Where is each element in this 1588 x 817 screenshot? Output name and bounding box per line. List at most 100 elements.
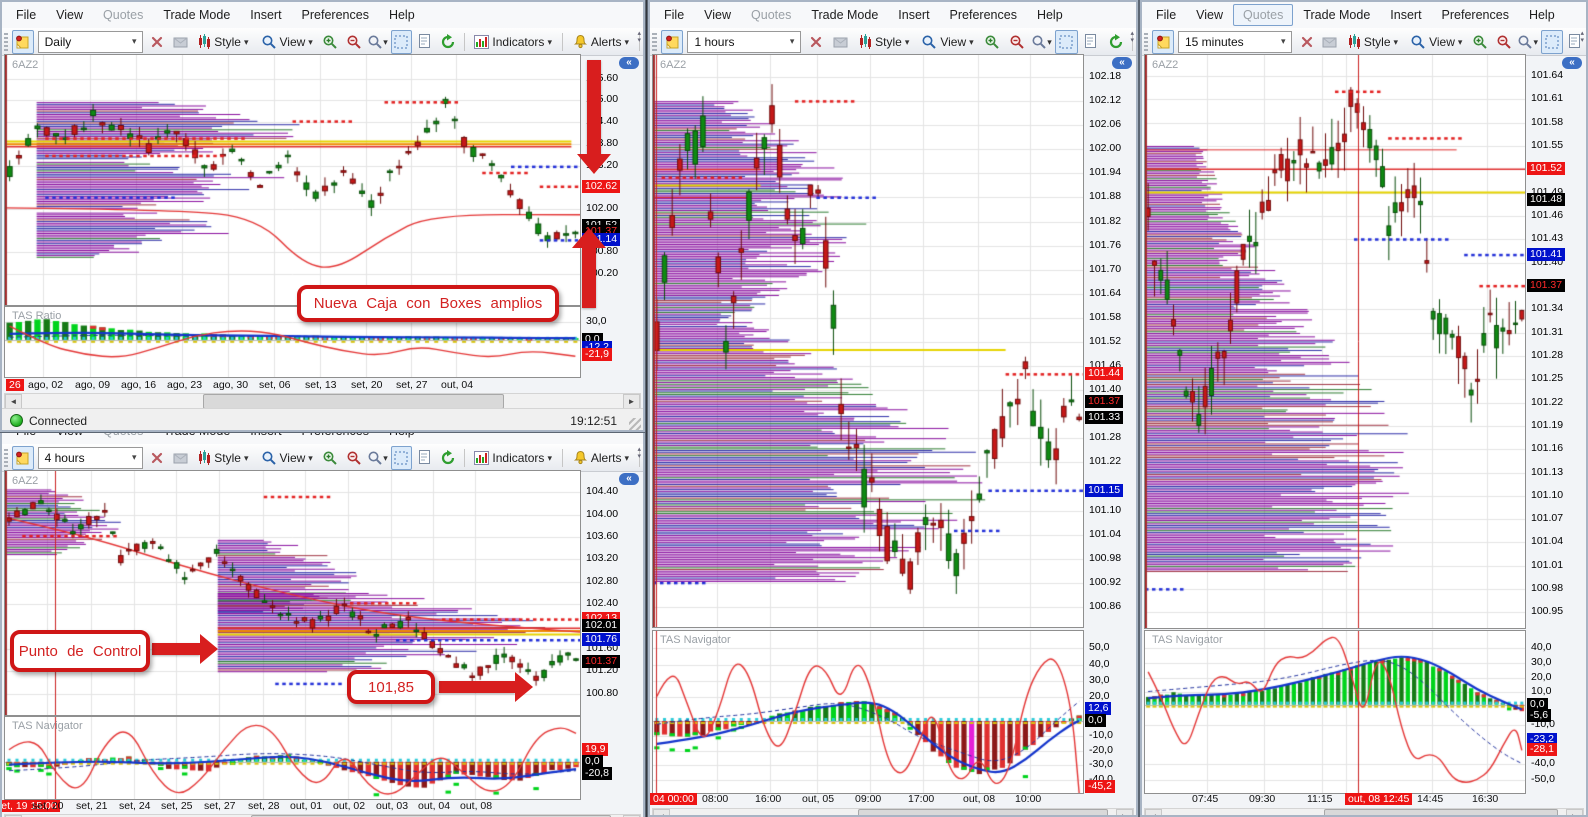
style-dropdown[interactable]: Style ▾	[193, 30, 253, 54]
toolbar-overflow-button[interactable]: ▴ ▾	[1130, 30, 1134, 44]
zoom-dropdown-button[interactable]: ▾	[366, 30, 389, 54]
close-chart-button[interactable]	[805, 30, 828, 54]
chevron-down-icon[interactable]: ▾	[127, 452, 142, 463]
pin-note-button[interactable]	[12, 29, 34, 54]
menu-item-file[interactable]: File	[654, 4, 694, 26]
menu-item-insert[interactable]: Insert	[1380, 4, 1431, 26]
period-combobox[interactable]: 15 minutes ▾	[1177, 30, 1292, 53]
selection-tool-button[interactable]	[390, 29, 413, 54]
menu-item-preferences[interactable]: Preferences	[940, 4, 1027, 26]
selection-tool-button[interactable]	[1540, 29, 1563, 54]
menu-item-trade-mode[interactable]: Trade Mode	[153, 4, 240, 26]
close-chart-button[interactable]	[147, 446, 168, 470]
horizontal-scrollbar[interactable]: ◄►	[652, 808, 1134, 815]
alerts-dropdown[interactable]: Alerts ▾	[568, 30, 634, 54]
refresh-button[interactable]	[437, 30, 458, 54]
document-button[interactable]	[414, 446, 435, 470]
scroll-left-button[interactable]: ◄	[653, 809, 670, 815]
zoom-dropdown-button[interactable]: ▾	[366, 446, 389, 470]
indicator-canvas[interactable]	[652, 630, 1084, 794]
toolbar-grip[interactable]	[4, 448, 9, 467]
send-button[interactable]	[170, 30, 191, 54]
selection-tool-button[interactable]	[1054, 29, 1078, 54]
scroll-thumb[interactable]	[858, 809, 1108, 815]
zoom-in-button[interactable]	[320, 30, 341, 54]
send-button[interactable]	[1319, 30, 1341, 54]
view-dropdown[interactable]: View ▾	[916, 30, 978, 54]
document-button[interactable]	[1080, 30, 1103, 54]
collapse-axis-button[interactable]: «	[1112, 57, 1132, 69]
zoom-out-button[interactable]	[343, 446, 364, 470]
menu-item-help[interactable]: Help	[1027, 4, 1073, 26]
horizontal-scrollbar[interactable]: ◄►	[1144, 808, 1584, 815]
menu-item-preferences[interactable]: Preferences	[292, 4, 379, 26]
zoom-out-button[interactable]	[1493, 30, 1515, 54]
style-dropdown[interactable]: Style ▾	[193, 446, 253, 470]
chevron-down-icon[interactable]: ▾	[785, 36, 800, 47]
menu-item-help[interactable]: Help	[379, 4, 425, 26]
close-chart-button[interactable]	[1296, 30, 1318, 54]
scroll-thumb[interactable]	[203, 394, 504, 409]
pin-note-button[interactable]	[12, 445, 34, 470]
indicator-canvas[interactable]	[4, 716, 581, 800]
menu-item-file[interactable]: File	[6, 4, 46, 26]
view-dropdown[interactable]: View ▾	[1405, 30, 1467, 54]
alerts-dropdown[interactable]: Alerts ▾	[568, 446, 634, 470]
style-dropdown[interactable]: Style ▾	[854, 30, 914, 54]
pin-note-button[interactable]	[1152, 29, 1174, 54]
zoom-dropdown-button[interactable]: ▾	[1030, 30, 1053, 54]
menu-item-file[interactable]: File	[1146, 4, 1186, 26]
send-button[interactable]	[829, 30, 852, 54]
pin-note-button[interactable]	[660, 29, 684, 54]
zoom-out-button[interactable]	[1005, 30, 1028, 54]
chevron-down-icon[interactable]: ▾	[1276, 36, 1291, 47]
menu-item-insert[interactable]: Insert	[888, 4, 939, 26]
document-button[interactable]	[414, 30, 435, 54]
chevron-down-icon[interactable]: ▾	[127, 36, 142, 47]
collapse-axis-button[interactable]: «	[1562, 57, 1582, 69]
indicator-canvas[interactable]	[1144, 630, 1526, 794]
menu-item-quotes[interactable]: Quotes	[1233, 4, 1294, 26]
scroll-right-button[interactable]: ►	[1116, 809, 1133, 815]
price-chart-canvas[interactable]	[652, 54, 1084, 628]
scroll-left-button[interactable]: ◄	[1145, 809, 1162, 815]
indicators-dropdown[interactable]: Indicators ▾	[469, 30, 557, 54]
send-button[interactable]	[170, 446, 191, 470]
period-combobox[interactable]: 4 hours ▾	[37, 446, 143, 469]
menu-item-help[interactable]: Help	[1519, 4, 1565, 26]
menu-item-view[interactable]: View	[1186, 4, 1233, 26]
scroll-thumb[interactable]	[1324, 809, 1558, 815]
toolbar-overflow-button[interactable]: ▴ ▾	[637, 446, 641, 460]
toolbar-overflow-button[interactable]: ▴ ▾	[637, 30, 641, 44]
menu-item-trade-mode[interactable]: Trade Mode	[1293, 4, 1380, 26]
period-combobox[interactable]: 1 hours ▾	[687, 30, 801, 53]
indicators-dropdown[interactable]: Indicators ▾	[469, 446, 557, 470]
style-dropdown[interactable]: Style ▾	[1343, 30, 1403, 54]
menu-item-quotes[interactable]: Quotes	[741, 4, 801, 26]
menu-item-quotes[interactable]: Quotes	[93, 4, 153, 26]
scroll-right-button[interactable]: ►	[623, 394, 640, 409]
toolbar-grip[interactable]	[652, 32, 657, 51]
period-combobox[interactable]: Daily ▾	[37, 30, 143, 53]
collapse-axis-button[interactable]: «	[619, 57, 639, 69]
toolbar-grip[interactable]	[1144, 32, 1149, 51]
refresh-button[interactable]	[437, 446, 458, 470]
close-chart-button[interactable]	[147, 30, 168, 54]
zoom-out-button[interactable]	[343, 30, 364, 54]
view-dropdown[interactable]: View ▾	[256, 30, 318, 54]
toolbar-grip[interactable]	[4, 32, 9, 51]
collapse-axis-button[interactable]: «	[619, 473, 639, 485]
price-chart-canvas[interactable]	[4, 54, 581, 306]
menu-item-preferences[interactable]: Preferences	[1432, 4, 1519, 26]
selection-tool-button[interactable]	[390, 445, 413, 470]
zoom-in-button[interactable]	[320, 446, 341, 470]
refresh-button[interactable]	[1104, 30, 1127, 54]
scroll-right-button[interactable]: ►	[1566, 809, 1583, 815]
menu-item-view[interactable]: View	[46, 4, 93, 26]
toolbar-overflow-button[interactable]: ▴ ▾	[1580, 30, 1584, 44]
menu-item-insert[interactable]: Insert	[240, 4, 291, 26]
menu-item-view[interactable]: View	[694, 4, 741, 26]
view-dropdown[interactable]: View ▾	[256, 446, 318, 470]
scroll-left-button[interactable]: ◄	[5, 394, 22, 409]
price-chart-canvas[interactable]	[1144, 54, 1526, 629]
